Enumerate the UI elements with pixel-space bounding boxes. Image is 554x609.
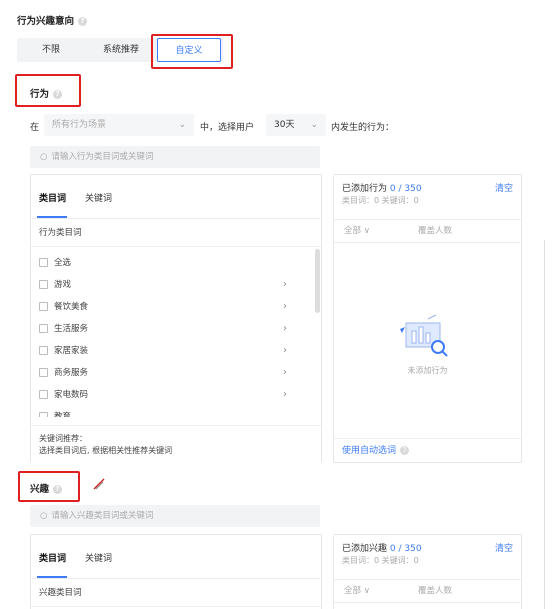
category-label: 生活服务 — [54, 324, 89, 334]
keyword-recommend: 关键词推荐： 选择类目词后, 根据相关性推荐关键词 — [31, 425, 321, 463]
checkbox[interactable] — [39, 346, 48, 355]
coverage-label: 覆盖人数 — [418, 586, 453, 596]
pen-icon — [92, 477, 106, 491]
category-label: 全选 — [54, 258, 72, 268]
chevron-right-icon: › — [283, 389, 287, 400]
highlight-behavior — [15, 74, 81, 107]
chevron-right-icon: › — [283, 367, 287, 378]
behavior-category-header: 行为类目词 — [31, 219, 321, 247]
category-label: 家居家装 — [54, 346, 89, 356]
checkbox[interactable] — [39, 368, 48, 377]
days-select[interactable]: 30天 ⌄ — [266, 114, 326, 136]
added-count: 0 / 350 — [389, 184, 422, 194]
tab-underline — [37, 216, 67, 218]
interest-category-panel: 类目词 关键词 兴趣类目词 — [30, 534, 322, 609]
keyword-recommend-desc: 选择类目词后, 根据相关性推荐关键词 — [39, 446, 173, 455]
category-label: 餐饮美食 — [54, 302, 89, 312]
category-item[interactable]: 餐饮美食 › — [39, 297, 309, 317]
behavior-category-panel: 类目词 关键词 行为类目词 全选 游戏 › 餐饮美食 › 生活服务 › 家居家装 › 商… — [30, 174, 322, 463]
checkbox[interactable] — [39, 280, 48, 289]
all-filter[interactable]: 全部 ∨ — [344, 220, 370, 242]
behavior-added-panel: 已添加行为 0 / 350 清空 类目词：0 关键词：0 全部 ∨ 覆盖人数 未… — [333, 174, 522, 463]
interest-search-placeholder: 请输入兴趣类目词或关键词 — [51, 511, 154, 521]
added-list-header: 全部 ∨ 覆盖人数 — [334, 579, 521, 603]
scrollbar[interactable] — [315, 249, 320, 313]
category-label: 教育 — [54, 412, 72, 417]
category-label: 游戏 — [54, 280, 72, 290]
search-icon: ○ — [40, 152, 48, 162]
days-select-value: 30天 — [274, 120, 295, 130]
category-item[interactable]: 商务服务 › — [39, 363, 309, 383]
added-label: 已添加行为 — [342, 184, 388, 194]
behavior-tabs: 类目词 关键词 — [31, 175, 321, 219]
section-title-row: 行为兴趣意向? — [17, 13, 88, 27]
interest-category-header: 兴趣类目词 — [31, 579, 321, 607]
behavior-search-placeholder: 请输入行为类目词或关键词 — [51, 152, 154, 162]
category-label: 商务服务 — [54, 368, 89, 378]
help-icon[interactable]: ? — [78, 17, 88, 26]
interest-added-panel: 已添加兴趣 0 / 350 清空 类目词：0 关键词：0 全部 ∨ 覆盖人数 — [333, 534, 522, 609]
highlight-interest — [18, 471, 80, 502]
checkbox[interactable] — [39, 258, 48, 267]
behavior-suffix: 内发生的行为： — [331, 123, 395, 133]
empty-state-illustration-icon — [398, 313, 452, 357]
checkbox[interactable] — [39, 390, 48, 399]
added-behavior-title: 已添加行为 0 / 350 — [342, 181, 422, 194]
category-item[interactable]: 游戏 › — [39, 275, 309, 295]
all-filter[interactable]: 全部 ∨ — [344, 580, 370, 602]
chevron-right-icon: › — [283, 279, 287, 290]
chevron-right-icon: › — [283, 301, 287, 312]
help-icon[interactable]: ? — [400, 446, 410, 455]
interest-tabs: 类目词 关键词 — [31, 535, 321, 579]
added-detail: 类目词：0 关键词：0 — [342, 196, 419, 205]
section-title: 行为兴趣意向 — [17, 16, 75, 27]
search-icon: ○ — [40, 511, 48, 521]
added-detail: 类目词：0 关键词：0 — [342, 556, 419, 565]
auto-select-row: 使用自动选词? — [334, 438, 521, 464]
chevron-down-icon: ⌄ — [178, 120, 186, 130]
checkbox[interactable] — [39, 412, 48, 417]
segment-option-system[interactable]: 系统推荐 — [87, 38, 155, 62]
scene-select-value: 所有行为场景 — [52, 120, 107, 130]
category-item[interactable]: 家电数码 › — [39, 385, 309, 405]
clear-button[interactable]: 清空 — [495, 181, 513, 194]
interest-search-input[interactable]: ○ 请输入兴趣类目词或关键词 — [30, 505, 320, 527]
tab-underline — [37, 576, 67, 578]
category-item[interactable]: 教育 — [39, 407, 309, 417]
tab-category[interactable]: 类目词 — [39, 191, 66, 204]
added-interest-title: 已添加兴趣 0 / 350 — [342, 541, 422, 554]
scene-select[interactable]: 所有行为场景 ⌄ — [44, 114, 194, 136]
segment-option-unlimited[interactable]: 不限 — [27, 38, 75, 62]
tab-keyword[interactable]: 关键词 — [85, 191, 112, 204]
category-select-all[interactable]: 全选 — [39, 253, 71, 273]
auto-select-button[interactable]: 使用自动选词 — [342, 446, 396, 456]
added-list-header: 全部 ∨ 覆盖人数 — [334, 219, 521, 243]
checkbox[interactable] — [39, 324, 48, 333]
chevron-down-icon: ⌄ — [310, 120, 318, 130]
coverage-label: 覆盖人数 — [418, 226, 453, 236]
category-label: 家电数码 — [54, 390, 89, 400]
empty-state-text: 未添加行为 — [407, 366, 448, 375]
tab-keyword[interactable]: 关键词 — [85, 551, 112, 564]
behavior-search-input[interactable]: ○ 请输入行为类目词或关键词 — [30, 146, 320, 168]
behavior-middle-text: 中，选择用户 — [200, 123, 255, 133]
highlight-custom — [151, 34, 233, 69]
chevron-right-icon: › — [283, 345, 287, 356]
added-label: 已添加兴趣 — [342, 544, 388, 554]
checkbox[interactable] — [39, 302, 48, 311]
side-divider — [544, 240, 545, 609]
added-count: 0 / 350 — [389, 544, 422, 554]
chevron-right-icon: › — [283, 323, 287, 334]
behavior-prefix: 在 — [30, 123, 40, 133]
clear-button[interactable]: 清空 — [495, 541, 513, 554]
category-item[interactable]: 生活服务 › — [39, 319, 309, 339]
tab-category[interactable]: 类目词 — [39, 551, 66, 564]
keyword-recommend-title: 关键词推荐： — [39, 434, 87, 443]
category-item[interactable]: 家居家装 › — [39, 341, 309, 361]
